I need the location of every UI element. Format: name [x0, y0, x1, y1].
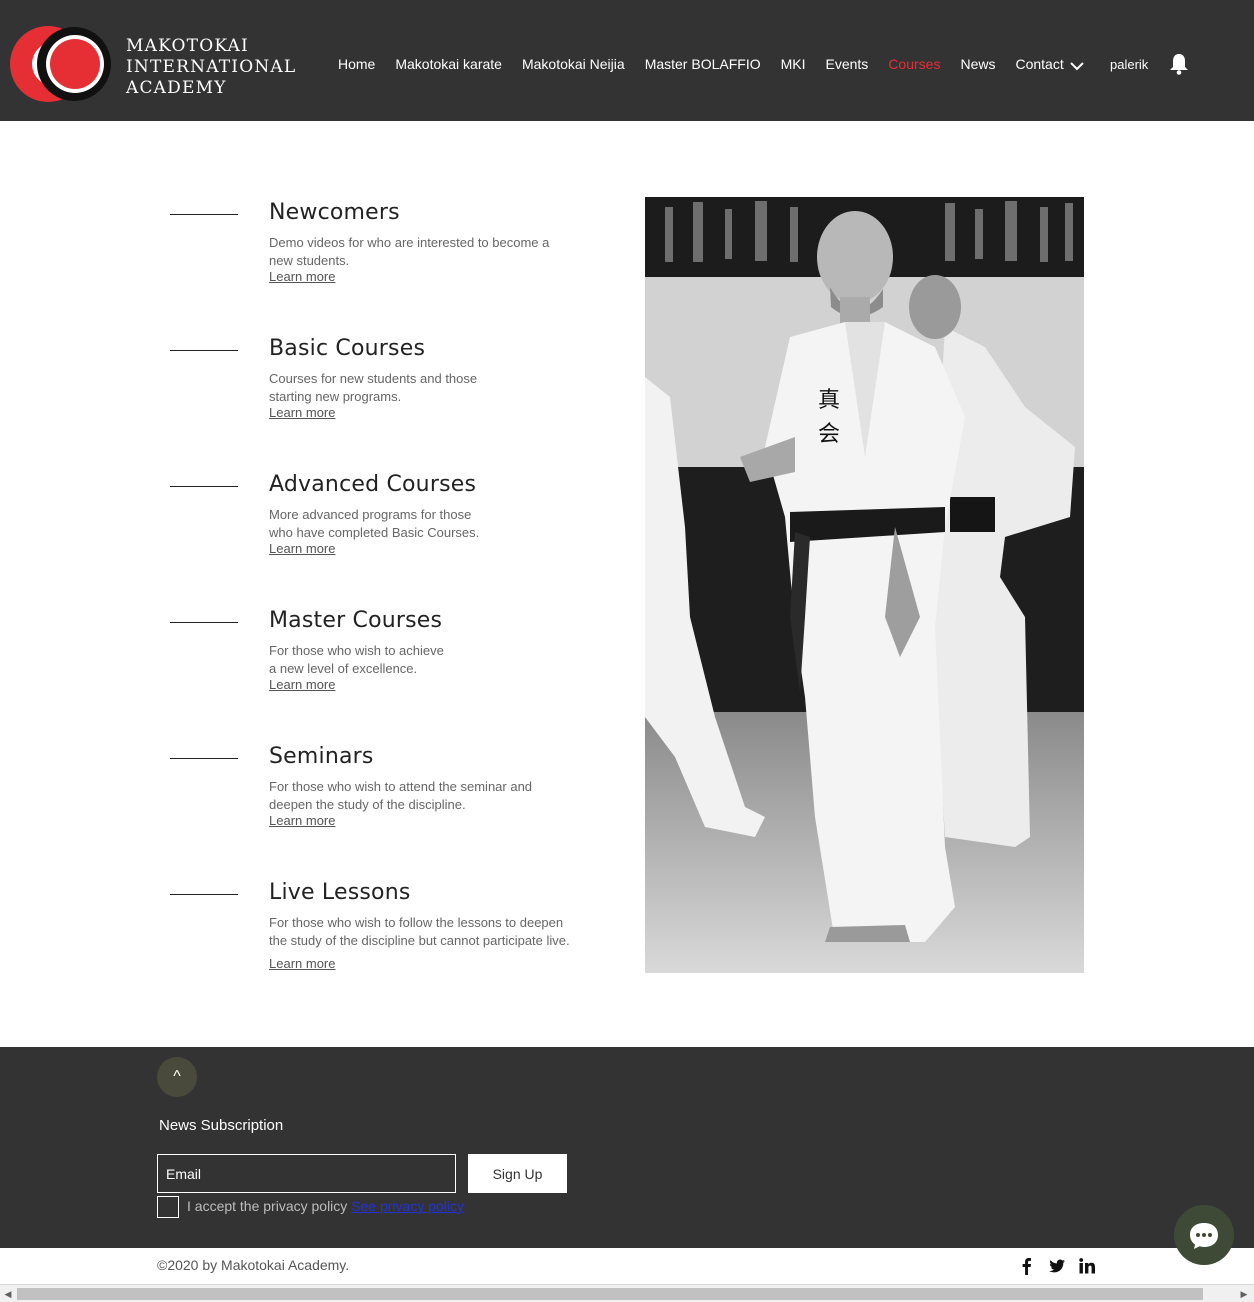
gi-kanji-1: 真 — [818, 388, 840, 413]
privacy-consent: I accept the privacy policy See privacy … — [187, 1198, 464, 1214]
course-description-line: new students. — [269, 253, 350, 268]
makotokai-logo[interactable] — [8, 24, 116, 104]
course-title: Basic Courses — [269, 336, 426, 361]
privacy-checkbox[interactable] — [157, 1196, 179, 1218]
facebook-icon[interactable] — [1018, 1257, 1036, 1275]
divider — [170, 350, 238, 351]
course-item: Master Courses For those who wish to ach… — [170, 608, 610, 698]
divider — [170, 622, 238, 623]
course-item: Seminars For those who wish to attend th… — [170, 744, 610, 834]
course-description-line: For those who wish to attend the seminar… — [269, 779, 533, 794]
course-description-line: For those who wish to follow the lessons… — [269, 915, 564, 930]
course-description-line: More advanced programs for those — [269, 507, 472, 522]
email-field[interactable] — [157, 1154, 456, 1193]
course-description: For those who wish to attend the seminar… — [269, 778, 589, 814]
nav-item-events[interactable]: Events — [826, 56, 869, 72]
divider — [170, 894, 238, 895]
course-description-line: the study of the discipline but cannot p… — [269, 933, 570, 948]
chat-bubble-icon — [1190, 1223, 1218, 1249]
course-item: Newcomers Demo videos for who are intere… — [170, 200, 610, 290]
course-description-line: Demo videos for who are interested to be… — [269, 235, 550, 250]
course-title: Master Courses — [269, 608, 443, 633]
chevron-down-icon[interactable] — [1069, 58, 1085, 74]
news-subscription-title: News Subscription — [159, 1117, 284, 1134]
learn-more-link[interactable]: Learn more — [269, 813, 335, 828]
privacy-label: I accept the privacy policy — [187, 1198, 348, 1214]
course-description-line: who have completed Basic Courses. — [269, 525, 480, 540]
privacy-policy-link[interactable]: See privacy policy — [351, 1198, 464, 1214]
learn-more-link[interactable]: Learn more — [269, 956, 335, 971]
course-description: Courses for new students and those start… — [269, 370, 589, 406]
course-title: Advanced Courses — [269, 472, 477, 497]
scroll-left-icon[interactable]: ◀ — [2, 1288, 14, 1300]
brand-name[interactable]: MAKOTOKAI INTERNATIONAL ACADEMY — [126, 36, 296, 99]
learn-more-link[interactable]: Learn more — [269, 677, 335, 692]
divider — [170, 486, 238, 487]
gi-kanji-2: 会 — [818, 422, 840, 447]
course-description-line: starting new programs. — [269, 389, 402, 404]
course-item: Basic Courses Courses for new students a… — [170, 336, 610, 426]
course-description-line: For those who wish to achieve — [269, 643, 444, 658]
course-description: More advanced programs for those who hav… — [269, 506, 589, 542]
nav-item-mki[interactable]: MKI — [781, 56, 806, 72]
scroll-thumb[interactable] — [17, 1288, 1203, 1300]
brand-line-2: INTERNATIONAL — [126, 57, 297, 77]
nav-item-makotokai-neijia[interactable]: Makotokai Neijia — [522, 56, 625, 72]
course-description-line: deepen the study of the discipline. — [269, 797, 466, 812]
course-item: Live Lessons For those who wish to follo… — [170, 880, 610, 975]
site-footer: ^ News Subscription Sign Up I accept the… — [0, 1047, 1254, 1248]
course-item: Advanced Courses More advanced programs … — [170, 472, 610, 562]
course-description-line: a new level of excellence. — [269, 661, 418, 676]
divider — [170, 758, 238, 759]
horizontal-scrollbar[interactable]: ◀ ▶ — [0, 1284, 1254, 1302]
learn-more-link[interactable]: Learn more — [269, 541, 335, 556]
photo-illustration: 真 会 — [645, 197, 1084, 973]
learn-more-link[interactable]: Learn more — [269, 269, 335, 284]
divider — [170, 214, 238, 215]
user-name[interactable]: palerik — [1110, 57, 1148, 72]
copyright-bar: ©2020 by Makotokai Academy. — [0, 1248, 1254, 1284]
nav-item-master-bolaffio[interactable]: Master BOLAFFIO — [645, 56, 761, 72]
course-description: For those who wish to achieve a new leve… — [269, 642, 589, 678]
nav-item-makotokai-karate[interactable]: Makotokai karate — [395, 56, 502, 72]
course-title: Live Lessons — [269, 880, 411, 905]
karate-master-photo: 真 会 — [645, 197, 1084, 973]
nav-item-courses[interactable]: Courses — [888, 56, 940, 72]
learn-more-link[interactable]: Learn more — [269, 405, 335, 420]
site-header: MAKOTOKAI INTERNATIONAL ACADEMY Home Mak… — [0, 0, 1254, 121]
nav-item-home[interactable]: Home — [338, 56, 375, 72]
copyright-text: ©2020 by Makotokai Academy. — [157, 1257, 350, 1273]
bell-icon[interactable] — [1169, 53, 1189, 75]
course-description: Demo videos for who are interested to be… — [269, 234, 589, 270]
scroll-right-icon[interactable]: ▶ — [1238, 1288, 1250, 1300]
brand-line-1: MAKOTOKAI — [126, 36, 249, 56]
back-to-top-button[interactable]: ^ — [157, 1057, 197, 1097]
nav-item-news[interactable]: News — [960, 56, 995, 72]
course-description: For those who wish to follow the lessons… — [269, 914, 599, 950]
course-description-line: Courses for new students and those — [269, 371, 478, 386]
course-title: Newcomers — [269, 200, 400, 225]
nav-item-contact[interactable]: Contact — [1015, 56, 1063, 72]
twitter-icon[interactable] — [1048, 1257, 1066, 1275]
sign-up-button[interactable]: Sign Up — [468, 1154, 567, 1193]
chat-widget-button[interactable] — [1174, 1205, 1234, 1265]
course-title: Seminars — [269, 744, 374, 769]
main-nav: Home Makotokai karate Makotokai Neijia M… — [338, 56, 1084, 72]
linkedin-icon[interactable] — [1078, 1257, 1096, 1275]
brand-line-3: ACADEMY — [126, 78, 227, 98]
